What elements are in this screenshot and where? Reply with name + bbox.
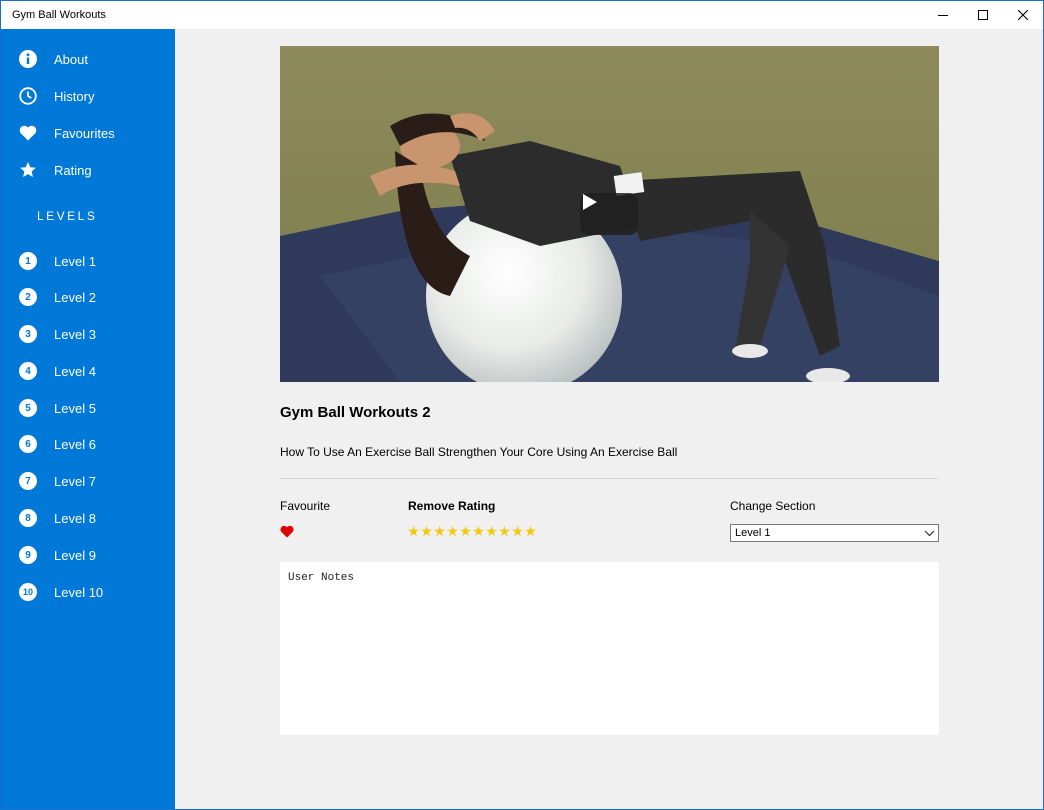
level-number-icon: 7 <box>19 472 37 490</box>
main-content: Gym Ball Workouts 2 How To Use An Exerci… <box>175 29 1043 809</box>
sidebar-item-label: Level 8 <box>54 510 96 526</box>
level-number-icon: 4 <box>19 362 37 380</box>
sidebar-item-label: Level 5 <box>54 400 96 416</box>
sidebar-item-label: Level 4 <box>54 363 96 379</box>
section-select[interactable]: Level 1 <box>730 524 939 542</box>
level-number-icon: 5 <box>19 399 37 417</box>
sidebar-item-level-3[interactable]: 3 Level 3 <box>1 317 175 351</box>
app-window: Gym Ball Workouts About History Favourit… <box>0 0 1044 810</box>
rating-star-icon[interactable]: ★ <box>498 524 511 538</box>
sidebar-item-rating[interactable]: Rating <box>1 153 175 187</box>
sidebar-item-favourites[interactable]: Favourites <box>1 116 175 150</box>
sidebar-item-level-7[interactable]: 7 Level 7 <box>1 464 175 498</box>
heart-icon <box>18 123 38 143</box>
sidebar-item-level-6[interactable]: 6 Level 6 <box>1 427 175 461</box>
level-number-icon: 3 <box>19 325 37 343</box>
sidebar-item-label: Level 3 <box>54 326 96 342</box>
sidebar-item-level-9[interactable]: 9 Level 9 <box>1 538 175 572</box>
clock-icon <box>18 86 38 106</box>
info-icon <box>18 49 38 69</box>
level-number-icon: 2 <box>19 288 37 306</box>
window-title: Gym Ball Workouts <box>12 9 106 21</box>
play-icon <box>583 194 597 210</box>
sidebar-item-level-10[interactable]: 10 Level 10 <box>1 575 175 609</box>
level-number-icon: 8 <box>19 509 37 527</box>
divider <box>280 478 939 479</box>
video-player[interactable] <box>280 46 939 382</box>
rating-star-icon[interactable]: ★ <box>433 524 446 538</box>
play-button[interactable] <box>580 193 638 235</box>
sidebar-item-label: Level 7 <box>54 473 96 489</box>
sidebar-item-label: Level 10 <box>54 584 104 600</box>
rating-star-icon[interactable]: ★ <box>407 524 420 538</box>
rating-star-icon[interactable]: ★ <box>459 524 472 538</box>
sidebar-item-level-5[interactable]: 5 Level 5 <box>1 391 175 425</box>
minimize-icon <box>938 15 948 16</box>
video-description: How To Use An Exercise Ball Strengthen Y… <box>280 445 678 459</box>
remove-rating-button[interactable]: Remove Rating <box>408 499 495 513</box>
sidebar-item-level-8[interactable]: 8 Level 8 <box>1 501 175 535</box>
maximize-icon <box>978 10 988 20</box>
sidebar: About History Favourites Rating LEVELS 1… <box>1 29 175 809</box>
sidebar-item-label: Level 1 <box>54 253 96 269</box>
rating-star-icon[interactable]: ★ <box>446 524 459 538</box>
section-select-value: Level 1 <box>735 527 771 539</box>
sidebar-item-label: Level 6 <box>54 436 96 452</box>
sidebar-item-about[interactable]: About <box>1 42 175 76</box>
rating-star-icon[interactable]: ★ <box>511 524 524 538</box>
level-number-icon: 9 <box>19 546 37 564</box>
rating-star-icon[interactable]: ★ <box>420 524 433 538</box>
star-icon <box>18 160 38 180</box>
levels-heading: LEVELS <box>37 209 98 223</box>
close-button[interactable] <box>1000 1 1044 29</box>
favourite-heart-icon[interactable] <box>280 525 294 538</box>
sidebar-item-level-4[interactable]: 4 Level 4 <box>1 354 175 388</box>
close-icon <box>1018 10 1028 20</box>
rating-star-icon[interactable]: ★ <box>524 524 537 538</box>
sidebar-item-label: Level 9 <box>54 547 96 563</box>
level-number-icon: 6 <box>19 435 37 453</box>
video-title: Gym Ball Workouts 2 <box>280 404 431 421</box>
sidebar-item-label: About <box>54 51 88 67</box>
sidebar-item-label: Rating <box>54 162 92 178</box>
user-notes-textarea[interactable]: User Notes <box>280 562 939 735</box>
rating-star-icon[interactable]: ★ <box>472 524 485 538</box>
sidebar-item-level-1[interactable]: 1 Level 1 <box>1 244 175 278</box>
rating-stars[interactable]: ★ ★ ★ ★ ★ ★ ★ ★ ★ ★ <box>407 524 537 538</box>
favourite-label: Favourite <box>280 499 331 513</box>
sidebar-item-label: History <box>54 88 95 104</box>
title-bar: Gym Ball Workouts <box>1 1 1043 29</box>
sidebar-item-label: Favourites <box>54 125 115 141</box>
change-section-label: Change Section <box>730 499 816 513</box>
sidebar-item-level-2[interactable]: 2 Level 2 <box>1 280 175 314</box>
rating-star-icon[interactable]: ★ <box>485 524 498 538</box>
sidebar-item-label: Level 2 <box>54 289 96 305</box>
level-number-icon: 10 <box>19 583 37 601</box>
level-number-icon: 1 <box>19 252 37 270</box>
chevron-down-icon <box>924 530 935 537</box>
sidebar-item-history[interactable]: History <box>1 79 175 113</box>
user-notes-placeholder: User Notes <box>288 572 355 584</box>
